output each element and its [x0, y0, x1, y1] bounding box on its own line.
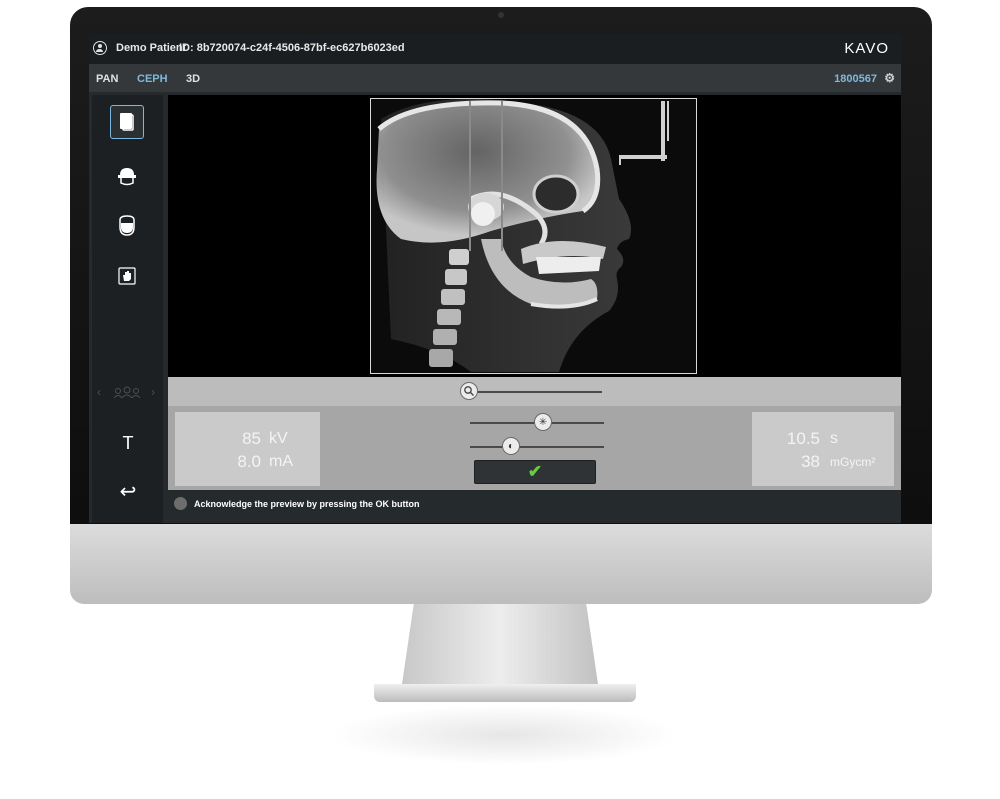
user-icon[interactable]: [93, 41, 107, 55]
monitor-chin: [70, 524, 932, 604]
stand-reflection: [330, 705, 680, 765]
checkmark-icon: ✔: [527, 462, 543, 481]
application-screen: Demo Patient ID: 8b720074-c24f-4506-87bf…: [89, 34, 901, 523]
time-dose-panel[interactable]: 10.5 s 38 mGycm²: [752, 412, 894, 486]
ceph-head-top-icon: [118, 168, 136, 186]
zoom-slider-handle[interactable]: [460, 382, 478, 400]
ceph-xray-image: [370, 98, 697, 374]
hand-button[interactable]: [110, 259, 144, 293]
exposure-time-value: 10.5: [786, 429, 820, 448]
patient-name: Demo Patient: [116, 42, 187, 54]
hand-icon: [118, 267, 136, 285]
brightness-slider-handle[interactable]: ✳: [534, 413, 552, 431]
ok-button[interactable]: ✔: [474, 460, 596, 484]
contrast-slider-handle[interactable]: ◐: [502, 437, 520, 455]
chevron-right-icon[interactable]: ›: [151, 385, 155, 399]
patient-carousel: ‹ ›: [92, 385, 163, 399]
dose-unit: mGycm²: [830, 455, 876, 469]
webcam: [498, 12, 504, 18]
ma-value: 8.0: [237, 452, 261, 471]
status-message: Acknowledge the preview by pressing the …: [194, 499, 420, 509]
zoom-slider-strip: [168, 377, 901, 406]
patient-id: ID: 8b720074-c24f-4506-87bf-ec627b6023ed: [179, 42, 405, 54]
ceph-lateral-icon: [120, 113, 134, 131]
patients-icon: [113, 386, 141, 398]
ceph-head-top-button[interactable]: [110, 159, 144, 193]
dose-value: 38: [801, 452, 820, 471]
monitor-stand: [402, 604, 598, 684]
back-button[interactable]: ↩: [114, 479, 142, 503]
tool-sidebar: ‹ › T ↩: [92, 95, 163, 523]
exposure-controls: 85 kV 8.0 mA ✳ ◐ ✔ 10.5 s 38 mGycm²: [168, 406, 901, 490]
chevron-left-icon[interactable]: ‹: [97, 385, 101, 399]
kv-unit: kV: [269, 430, 288, 447]
brand-logo: KAVO: [844, 40, 889, 57]
ceph-lateral-button[interactable]: [110, 105, 144, 139]
kv-value: 85: [242, 429, 261, 448]
image-viewer[interactable]: [168, 95, 901, 377]
zoom-icon: [464, 386, 474, 396]
status-indicator: [174, 497, 187, 510]
contrast-icon: ◐: [507, 440, 515, 452]
kv-ma-panel[interactable]: 85 kV 8.0 mA: [175, 412, 320, 486]
contrast-slider-track[interactable]: [470, 446, 604, 448]
zoom-slider-track[interactable]: [468, 391, 602, 393]
exposure-time-unit: s: [830, 430, 838, 447]
brightness-icon: ✳: [538, 416, 548, 428]
ceph-head-front-icon: [119, 215, 135, 236]
ma-unit: mA: [269, 453, 293, 470]
text-tool-button[interactable]: T: [116, 431, 140, 455]
device-id[interactable]: 1800567: [834, 73, 877, 85]
ceph-head-front-button[interactable]: [110, 209, 144, 243]
mode-tabs: PAN CEPH 3D 1800567 ⚙: [89, 64, 901, 92]
gear-icon[interactable]: ⚙: [884, 72, 895, 84]
tab-ceph[interactable]: CEPH: [137, 73, 168, 85]
monitor-stand-base: [374, 684, 636, 702]
tab-3d[interactable]: 3D: [186, 73, 200, 85]
status-bar: Acknowledge the preview by pressing the …: [168, 492, 901, 516]
patient-header: Demo Patient ID: 8b720074-c24f-4506-87bf…: [89, 34, 901, 64]
tab-pan[interactable]: PAN: [96, 73, 118, 85]
